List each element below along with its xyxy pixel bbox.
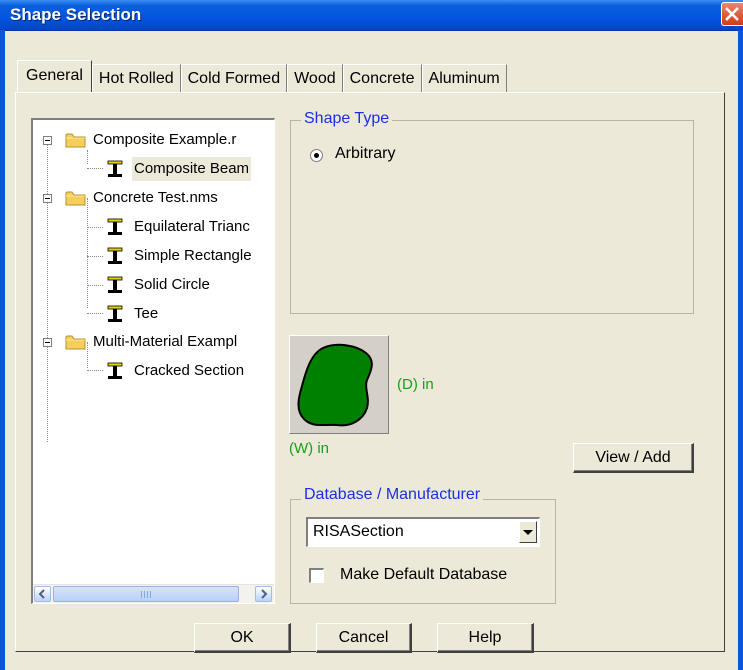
tree-item-label: Simple Rectangle [134, 247, 252, 264]
scroll-right-button[interactable] [255, 586, 272, 602]
tree-item-label: Cracked Section [134, 362, 245, 379]
close-button[interactable] [721, 2, 743, 26]
tab-aluminum[interactable]: Aluminum [421, 64, 507, 92]
arbitrary-label: Arbitrary [335, 145, 396, 162]
tab-general[interactable]: General [17, 60, 92, 92]
width-label: (W) in [289, 440, 329, 457]
collapse-icon[interactable] [43, 136, 52, 145]
depth-label: (D) in [397, 376, 434, 393]
database-group [290, 499, 556, 604]
shape-preview [289, 335, 389, 434]
database-select-value: RISASection [313, 523, 404, 540]
folder-icon [65, 191, 86, 206]
tree-shape-item[interactable]: Equilateral Trianc [33, 215, 273, 239]
chevron-left-icon [38, 589, 45, 599]
tab-strip: General Hot Rolled Cold Formed Wood Conc… [17, 60, 507, 92]
database-title: Database / Manufacturer [301, 486, 484, 504]
beam-icon [107, 160, 123, 177]
tree-folder[interactable]: Concrete Test.nms [33, 186, 273, 210]
tree-shape-item[interactable]: Simple Rectangle [33, 244, 273, 268]
scroll-thumb[interactable] [53, 586, 239, 602]
default-database-checkbox[interactable] [309, 568, 324, 583]
arbitrary-shape-graphic [297, 343, 373, 427]
view-add-button[interactable]: View / Add [573, 443, 694, 473]
tree-shape-item[interactable]: Tee [33, 302, 273, 326]
tree-folder[interactable]: Multi-Material Exampl [33, 330, 273, 354]
window-frame-left [0, 30, 5, 670]
cancel-button[interactable]: Cancel [316, 623, 412, 653]
chevron-down-icon [523, 530, 533, 535]
tree-item-label: Equilateral Trianc [134, 218, 250, 235]
tree-item-label: Multi-Material Exampl [93, 333, 238, 350]
tab-concrete[interactable]: Concrete [342, 64, 422, 92]
folder-icon [65, 335, 86, 350]
tree-horizontal-scrollbar[interactable] [33, 584, 274, 603]
tree-folder[interactable]: Composite Example.r [33, 128, 273, 152]
window-frame-right [738, 30, 743, 670]
tree-item-label: Tee [134, 305, 159, 322]
tree-item-label: Concrete Test.nms [93, 189, 218, 206]
tree-shape-item[interactable]: Cracked Section [33, 359, 273, 383]
close-icon [725, 7, 739, 21]
tree-shape-item[interactable]: Solid Circle [33, 273, 273, 297]
tree-item-label: Composite Example.r [93, 131, 237, 148]
beam-icon [107, 276, 123, 293]
help-button[interactable]: Help [437, 623, 534, 653]
database-select[interactable]: RISASection [306, 517, 540, 547]
arbitrary-radio[interactable] [310, 149, 323, 162]
ok-button[interactable]: OK [194, 623, 291, 653]
tree-item-label: Solid Circle [134, 276, 210, 293]
beam-icon [107, 247, 123, 264]
tab-wood[interactable]: Wood [287, 64, 343, 92]
chevron-right-icon [261, 589, 268, 599]
tab-hot-rolled[interactable]: Hot Rolled [91, 64, 181, 92]
window-title: Shape Selection [10, 5, 142, 24]
beam-icon [107, 305, 123, 322]
folder-icon [65, 133, 86, 148]
scroll-left-button[interactable] [34, 586, 51, 602]
shape-type-title: Shape Type [301, 110, 393, 128]
tab-cold-formed[interactable]: Cold Formed [180, 64, 288, 92]
tree-shape-item[interactable]: Composite Beam [33, 157, 273, 181]
collapse-icon[interactable] [43, 194, 52, 203]
beam-icon [107, 218, 123, 235]
collapse-icon[interactable] [43, 338, 52, 347]
default-database-label: Make Default Database [340, 566, 508, 583]
title-bar: Shape Selection [0, 0, 743, 31]
scroll-grip-icon [141, 591, 153, 598]
tree-item-label: Composite Beam [132, 157, 252, 181]
dropdown-button[interactable] [519, 521, 537, 543]
shape-tree[interactable]: Composite Example.r Composite Beam Concr… [31, 118, 275, 604]
beam-icon [107, 362, 123, 379]
